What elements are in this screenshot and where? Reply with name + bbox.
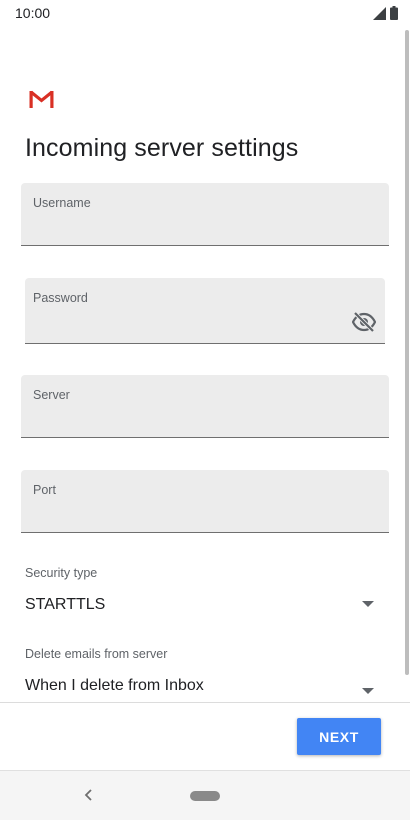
battery-icon	[390, 6, 398, 25]
page-title: Incoming server settings	[25, 134, 299, 162]
password-label: Password	[33, 291, 88, 305]
navigation-bar	[0, 770, 410, 820]
chevron-down-icon[interactable]	[362, 682, 374, 700]
chevron-down-icon[interactable]	[362, 595, 374, 613]
username-label: Username	[33, 196, 91, 210]
security-type-label: Security type	[25, 566, 98, 580]
password-field[interactable]: Password	[25, 278, 385, 344]
port-field[interactable]: Port	[21, 470, 389, 533]
port-label: Port	[33, 483, 56, 497]
delete-emails-label: Delete emails from server	[25, 647, 168, 661]
server-label: Server	[33, 388, 70, 402]
eye-off-icon[interactable]	[351, 311, 377, 337]
server-field[interactable]: Server	[21, 375, 389, 438]
security-type-select[interactable]: STARTTLS	[25, 596, 105, 614]
next-button[interactable]: NEXT	[297, 718, 381, 755]
status-bar: 10:00	[0, 0, 410, 26]
home-pill-icon[interactable]	[190, 791, 220, 801]
gmail-logo-icon	[29, 90, 54, 114]
status-icons	[373, 6, 398, 25]
scrollbar[interactable]	[405, 30, 409, 675]
username-field[interactable]: Username	[21, 183, 389, 246]
back-icon[interactable]	[83, 788, 95, 807]
status-time: 10:00	[15, 5, 51, 21]
bottom-divider	[0, 702, 410, 703]
delete-emails-select[interactable]: When I delete from Inbox	[25, 677, 204, 695]
signal-icon	[373, 7, 386, 25]
